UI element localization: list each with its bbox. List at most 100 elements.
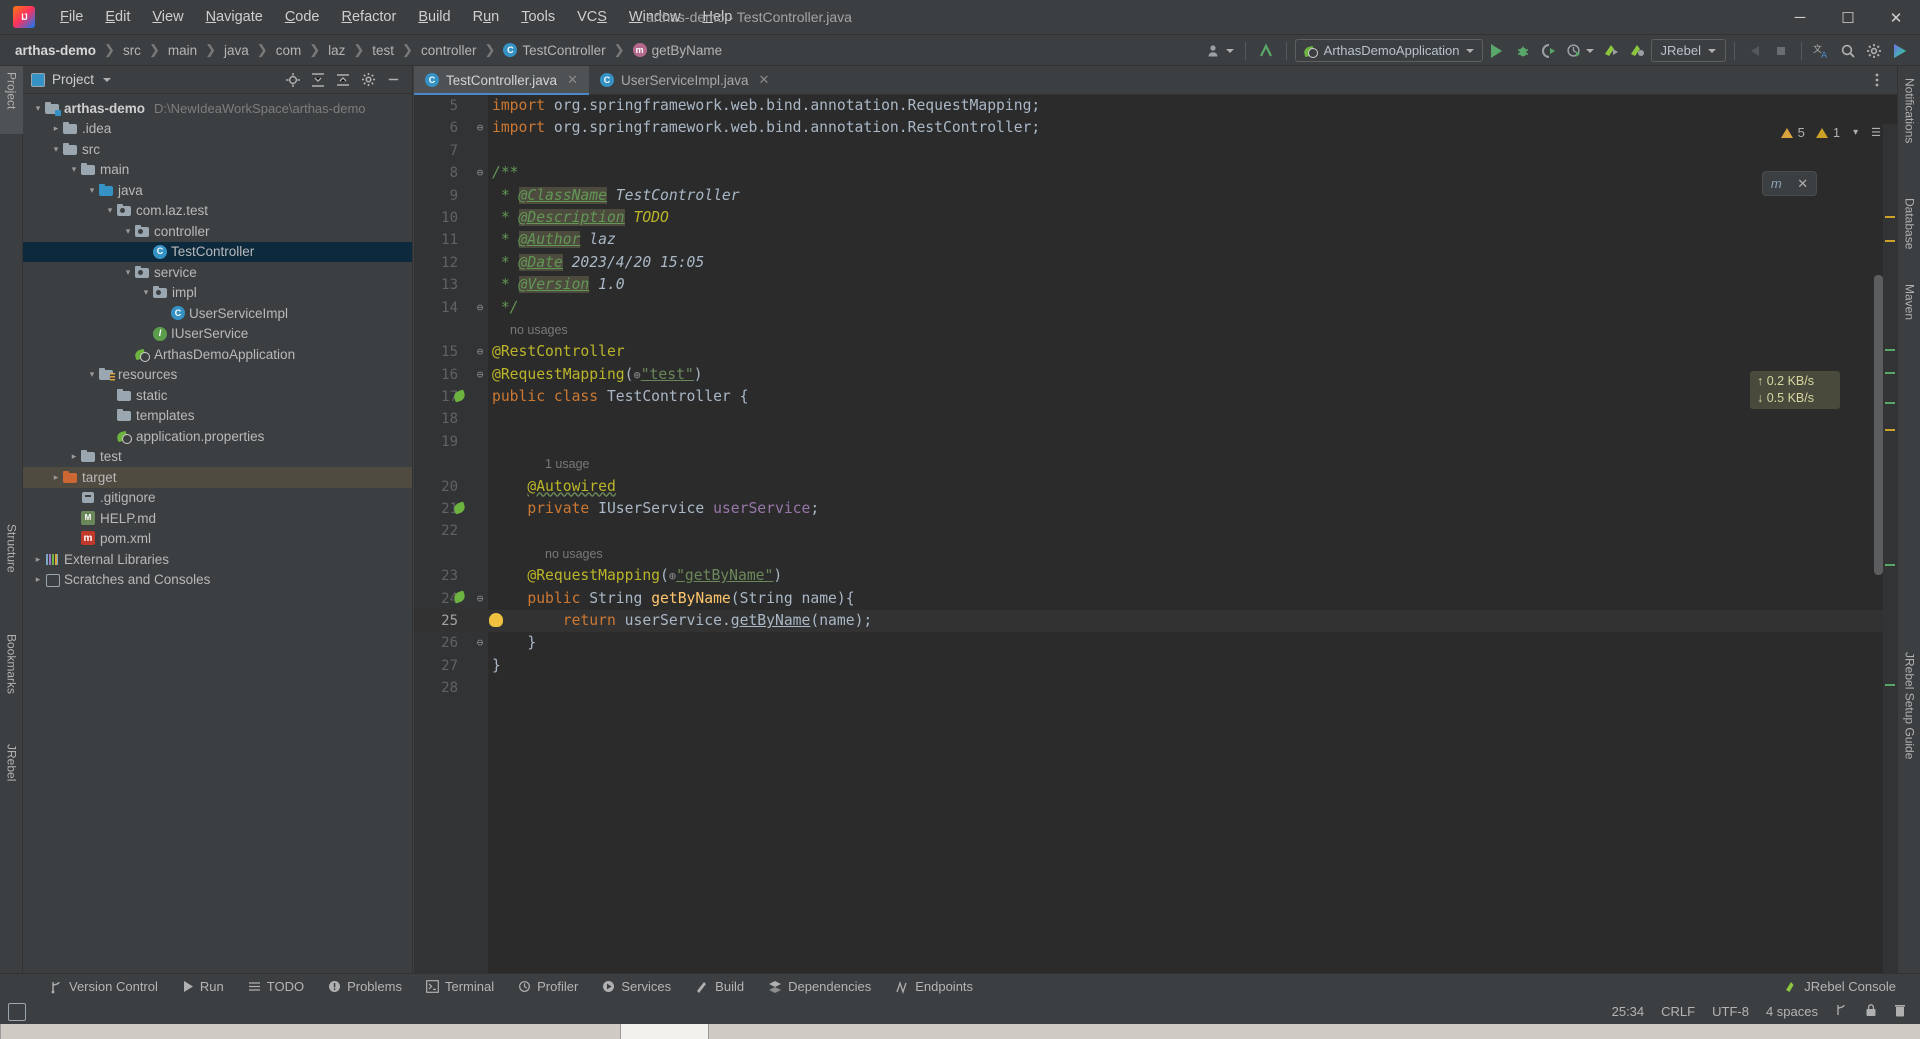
code-fold-toggle[interactable]: ⊖ (474, 297, 486, 319)
code-line-17[interactable]: 17 public class TestController { (414, 386, 1897, 408)
code-line-15[interactable]: 15 ⊖ @RestController (414, 341, 1897, 363)
breadcrumb-item-laz[interactable]: laz (325, 43, 348, 58)
inspection-marker[interactable] (1885, 402, 1895, 404)
ide-assistant-icon[interactable] (1888, 39, 1912, 63)
bottom-item-terminal[interactable]: Terminal (414, 975, 506, 999)
bottom-item-endpoints[interactable]: Endpoints (883, 975, 985, 999)
code-line-11[interactable]: 11 * @Author laz (414, 229, 1897, 251)
tree-node-pom-xml[interactable]: pom.xml (23, 529, 412, 550)
maximize-button[interactable]: ☐ (1824, 0, 1872, 35)
sidebar-item-bookmarks[interactable]: Bookmarks (0, 628, 23, 718)
bottom-item-profiler[interactable]: Profiler (506, 975, 590, 999)
chevron-down-icon[interactable]: ▾ (103, 205, 117, 216)
bottom-item-todo[interactable]: TODO (236, 975, 316, 999)
chevron-down-icon[interactable]: ▾ (139, 287, 153, 298)
tree-node-external-libraries[interactable]: ▸ External Libraries (23, 549, 412, 570)
tree-node-target[interactable]: ▸ target (23, 467, 412, 488)
profiler-icon[interactable] (1563, 39, 1597, 63)
chevron-right-icon[interactable]: ▸ (67, 451, 81, 462)
sidebar-item-structure[interactable]: Structure (0, 518, 23, 600)
tree-node-arthas-demo[interactable]: ▾ arthas-demo D:\NewIdeaWorkSpace\arthas-d… (23, 98, 412, 119)
editor-floating-toolbar[interactable]: m ✕ (1762, 171, 1817, 196)
code-line-22[interactable]: 22 (414, 520, 1897, 542)
bottom-item-dependencies[interactable]: Dependencies (756, 975, 883, 999)
jrebel-debug-icon[interactable] (1625, 39, 1649, 63)
tree-node-idea[interactable]: ▸ .idea (23, 119, 412, 140)
minimize-button[interactable]: ─ (1776, 0, 1824, 35)
git-branch-icon[interactable] (1835, 1003, 1848, 1020)
close-icon[interactable]: ✕ (567, 72, 578, 88)
chevron-down-icon[interactable]: ▾ (121, 267, 135, 278)
locate-icon[interactable] (282, 69, 304, 91)
code-line-14[interactable]: 14 ⊖ */ (414, 297, 1897, 319)
chevron-down-icon[interactable]: ▾ (67, 164, 81, 175)
code-line-25[interactable]: 25 return userService.getByName(name); (414, 609, 1897, 633)
bottom-item-version-control[interactable]: Version Control (38, 975, 170, 999)
tree-node-scratches-and-consoles[interactable]: ▸ Scratches and Consoles (23, 570, 412, 591)
gutter-marker[interactable] (454, 390, 469, 405)
tree-node-main[interactable]: ▾ main (23, 160, 412, 181)
chevron-right-icon[interactable]: ▸ (31, 574, 45, 585)
menu-run[interactable]: Run (462, 0, 511, 35)
tree-node-src[interactable]: ▾ src (23, 139, 412, 160)
settings-gear-icon[interactable] (1862, 39, 1886, 63)
tab-testcontroller-java[interactable]: C TestController.java ✕ (414, 66, 589, 95)
tree-node-com-laz-test[interactable]: ▾ com.laz.test (23, 201, 412, 222)
run-button[interactable] (1485, 39, 1509, 63)
tree-node-resources[interactable]: ▾ resources (23, 365, 412, 386)
menu-refactor[interactable]: Refactor (331, 0, 408, 35)
breadcrumb-item-controller[interactable]: controller (418, 43, 480, 58)
tree-node-application-properties[interactable]: application.properties (23, 426, 412, 447)
usage-hint[interactable]: no usages (414, 319, 1897, 341)
debug-icon[interactable] (1511, 39, 1535, 63)
breadcrumb-item-src[interactable]: src (120, 43, 144, 58)
code-line-24[interactable]: 24 ⊖ public String getByName(String name)… (414, 588, 1897, 610)
tree-node-service[interactable]: ▾ service (23, 262, 412, 283)
code-line-7[interactable]: 7 (414, 140, 1897, 162)
run-configuration-selector[interactable]: ArthasDemoApplication (1294, 39, 1483, 62)
settings-gear-icon[interactable] (357, 69, 379, 91)
bottom-item-run[interactable]: Run (170, 975, 236, 999)
code-fold-toggle[interactable]: ⊖ (474, 117, 486, 139)
editor-options-icon[interactable] (1866, 69, 1888, 91)
breadcrumb-item-com[interactable]: com (273, 43, 305, 58)
code-line-16[interactable]: 16 ⊖ @RequestMapping(⊕"test") (414, 364, 1897, 386)
chevron-down-icon[interactable]: ▾ (85, 185, 99, 196)
trash-icon[interactable] (1894, 1003, 1906, 1020)
sidebar-item-maven[interactable]: Maven (1898, 278, 1920, 338)
menu-file[interactable]: File (49, 0, 94, 35)
tree-node-userserviceimpl[interactable]: C UserServiceImpl (23, 303, 412, 324)
breadcrumb-item-project[interactable]: arthas-demo (12, 43, 99, 58)
tree-node-help-md[interactable]: HELP.md (23, 508, 412, 529)
usage-hint[interactable]: 1 usage (414, 453, 1897, 475)
inspection-marker[interactable] (1885, 684, 1895, 686)
chevron-down-icon[interactable]: ▾ (31, 103, 45, 114)
lock-icon[interactable] (1865, 1003, 1877, 1020)
jrebel-configuration-selector[interactable]: JRebel (1650, 39, 1726, 62)
bottom-item-services[interactable]: Services (590, 975, 683, 999)
code-line-6[interactable]: 6 ⊖ import org.springframework.web.bind.an… (414, 117, 1897, 139)
inspection-marker[interactable] (1885, 349, 1895, 351)
inspection-settings-icon[interactable]: ☰ (1871, 126, 1881, 139)
inspection-marker[interactable] (1885, 564, 1895, 566)
tree-node-iuserservice[interactable]: I IUserService (23, 324, 412, 345)
breadcrumb-item-class[interactable]: C TestController (500, 43, 608, 58)
code-line-18[interactable]: 18 (414, 408, 1897, 430)
code-editor[interactable]: 5 import org.springframework.web.bind.ann… (414, 95, 1897, 973)
code-line-21[interactable]: 21 private IUserService userService; (414, 498, 1897, 520)
chevron-down-icon[interactable]: ▾ (85, 369, 99, 380)
inspection-marker[interactable] (1885, 429, 1895, 431)
toggle-toolwindow-icon[interactable] (8, 1002, 26, 1021)
caret-position[interactable]: 25:34 (1612, 1004, 1645, 1019)
breadcrumb-item-main[interactable]: main (165, 43, 200, 58)
gutter-marker[interactable] (454, 591, 469, 606)
collapse-all-icon[interactable] (332, 69, 354, 91)
close-icon[interactable]: ✕ (759, 72, 770, 88)
code-fold-toggle[interactable]: ⊖ (474, 632, 486, 654)
code-line-23[interactable]: 23 @RequestMapping(⊕"getByName") (414, 565, 1897, 587)
code-fold-toggle[interactable]: ⊖ (474, 162, 486, 184)
close-icon[interactable]: ✕ (1797, 176, 1808, 192)
chevron-down-icon[interactable]: ▾ (49, 144, 63, 155)
sidebar-item-notifications[interactable]: Notifications (1898, 72, 1920, 182)
editor-vertical-scrollbar[interactable] (1874, 275, 1883, 575)
